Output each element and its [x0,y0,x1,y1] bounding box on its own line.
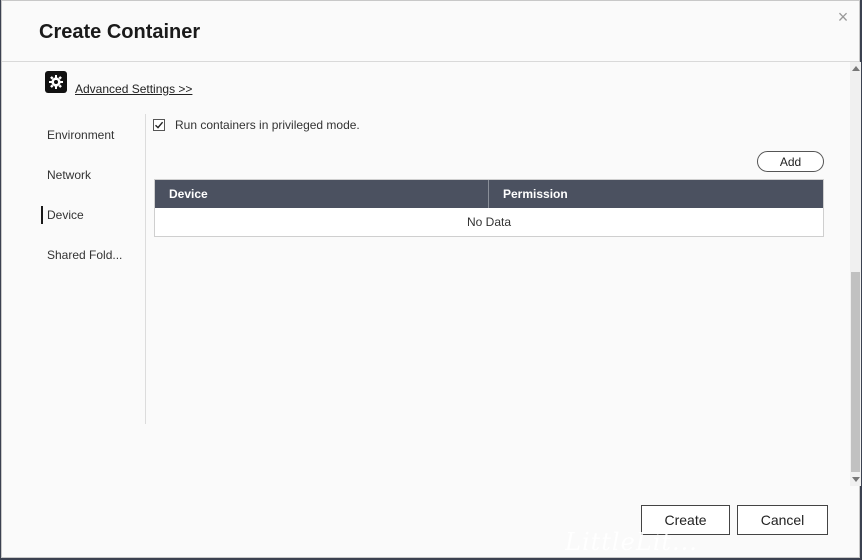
create-container-dialog: Create Container × Advanced Settings >> … [1,0,861,558]
privileged-mode-label: Run containers in privileged mode. [175,118,360,132]
gear-icon [45,71,67,93]
close-icon[interactable]: × [835,8,851,26]
scroll-up-arrow-icon[interactable] [852,66,860,71]
add-device-button[interactable]: Add [757,151,824,172]
privileged-mode-checkbox[interactable] [153,119,165,131]
nav-item-shared-folders[interactable]: Shared Fold... [47,248,132,262]
header-divider [2,61,859,62]
privileged-mode-option: Run containers in privileged mode. [153,118,360,132]
device-table: Device Permission No Data [154,179,824,237]
scroll-down-arrow-icon[interactable] [852,477,860,482]
column-device[interactable]: Device [155,180,489,208]
nav-item-device[interactable]: Device [41,206,132,224]
nav-item-environment[interactable]: Environment [47,128,132,142]
watermark: LittleLit... [565,528,698,556]
scrollbar-thumb[interactable] [851,272,860,472]
table-header: Device Permission [155,180,823,208]
dialog-title: Create Container [39,21,201,43]
advanced-settings: Advanced Settings >> [45,71,192,96]
checkmark-icon [155,121,164,129]
nav-item-network[interactable]: Network [47,168,132,182]
advanced-settings-link[interactable]: Advanced Settings >> [75,82,192,96]
column-permission[interactable]: Permission [489,180,823,208]
settings-nav: Environment Network Device Shared Fold..… [2,114,146,424]
empty-message: No Data [155,208,823,236]
vertical-scrollbar[interactable] [850,62,861,486]
